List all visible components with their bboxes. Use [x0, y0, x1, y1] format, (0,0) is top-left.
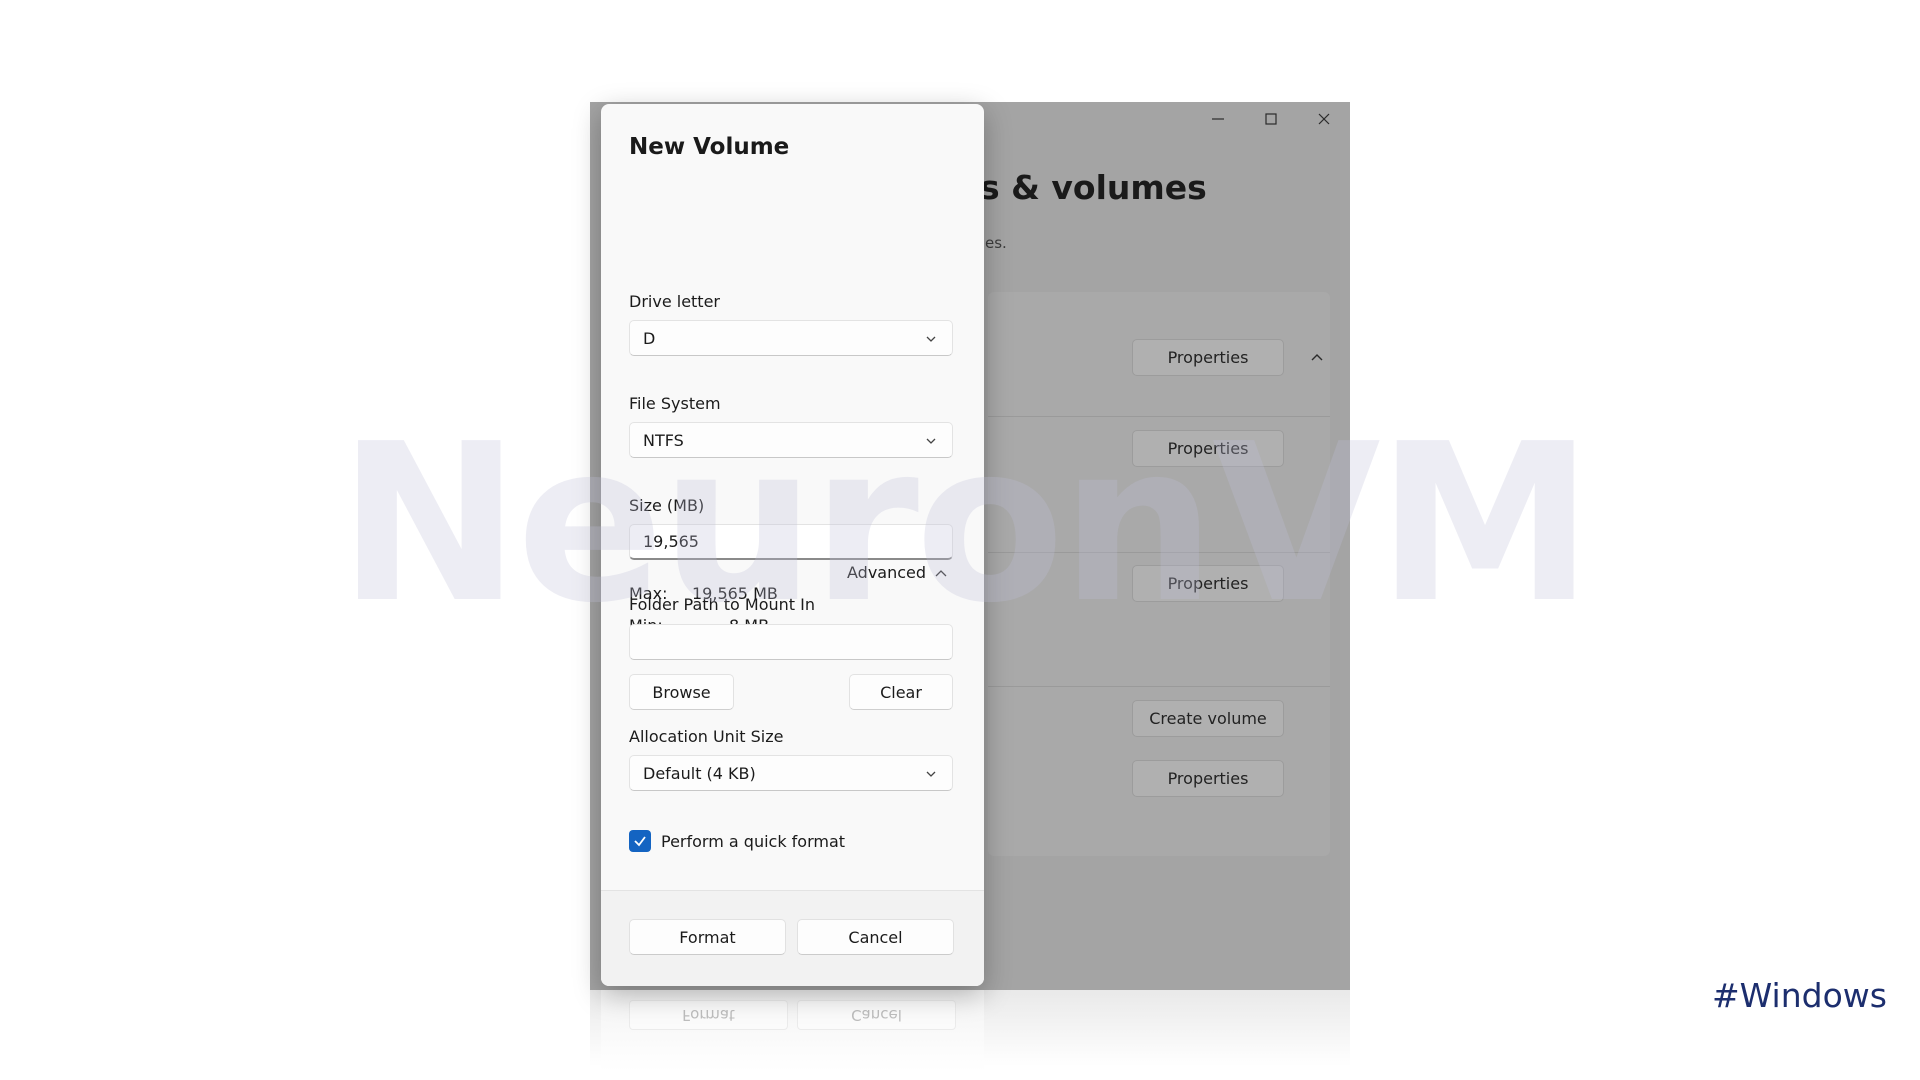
collapse-button[interactable]: [1302, 342, 1332, 372]
properties-button[interactable]: Properties: [1132, 339, 1284, 376]
chevron-up-icon: [1311, 354, 1323, 361]
dialog-footer: Format Cancel: [601, 890, 984, 986]
checkmark-icon: [634, 836, 646, 847]
size-value: 19,565: [643, 532, 699, 551]
advanced-toggle[interactable]: Advanced: [847, 563, 948, 582]
card-divider: [988, 686, 1330, 687]
quick-format-row: Perform a quick format: [629, 830, 845, 852]
properties-button[interactable]: Properties: [1132, 565, 1284, 602]
dialog-reflection: Format Cancel: [601, 990, 984, 1080]
file-system-select[interactable]: NTFS: [629, 422, 953, 458]
dialog-title: New Volume: [629, 134, 790, 160]
advanced-label: Advanced: [847, 563, 927, 582]
file-system-value: NTFS: [643, 430, 684, 450]
minimize-icon: [1211, 118, 1224, 120]
mount-path-input[interactable]: [629, 624, 953, 660]
create-volume-button[interactable]: Create volume: [1132, 700, 1284, 737]
window-reflection: Format Cancel: [590, 990, 1350, 1080]
close-button[interactable]: [1297, 102, 1350, 136]
chevron-up-icon: [935, 569, 947, 576]
page-subtitle: es.: [985, 234, 1007, 252]
properties-button[interactable]: Properties: [1132, 760, 1284, 797]
format-button[interactable]: Format: [629, 919, 786, 955]
cancel-button-reflection: Cancel: [797, 1000, 956, 1030]
chevron-down-icon: [926, 336, 936, 342]
drive-letter-select[interactable]: D: [629, 320, 953, 356]
quick-format-label: Perform a quick format: [661, 831, 846, 851]
maximize-icon: [1264, 113, 1277, 125]
card-divider: [988, 416, 1330, 417]
maximize-button[interactable]: [1244, 102, 1297, 136]
allocation-label: Allocation Unit Size: [629, 727, 784, 746]
quick-format-checkbox[interactable]: [629, 830, 651, 852]
properties-button[interactable]: Properties: [1132, 430, 1284, 467]
new-volume-dialog: New Volume Drive letter D File System NT…: [601, 104, 984, 986]
minimize-button[interactable]: [1191, 102, 1244, 136]
cancel-button[interactable]: Cancel: [797, 919, 954, 955]
allocation-select[interactable]: Default (4 KB): [629, 755, 953, 791]
allocation-value: Default (4 KB): [643, 763, 756, 783]
card-divider: [988, 552, 1330, 553]
mount-path-label: Folder Path to Mount In: [629, 595, 816, 614]
size-input[interactable]: 19,565: [629, 524, 953, 560]
chevron-down-icon: [926, 771, 936, 777]
format-button-reflection: Format: [629, 1000, 788, 1030]
drive-letter-value: D: [643, 328, 656, 348]
file-system-label: File System: [629, 394, 721, 413]
size-label: Size (MB): [629, 496, 705, 515]
window-controls: [1191, 102, 1350, 136]
drive-letter-label: Drive letter: [629, 292, 720, 311]
chevron-down-icon: [926, 438, 936, 444]
close-icon: [1318, 113, 1329, 125]
page-title: s & volumes: [980, 168, 1207, 207]
clear-button[interactable]: Clear: [849, 674, 953, 710]
browse-button[interactable]: Browse: [629, 674, 734, 710]
hashtag-label: #Windows: [1712, 976, 1887, 1015]
